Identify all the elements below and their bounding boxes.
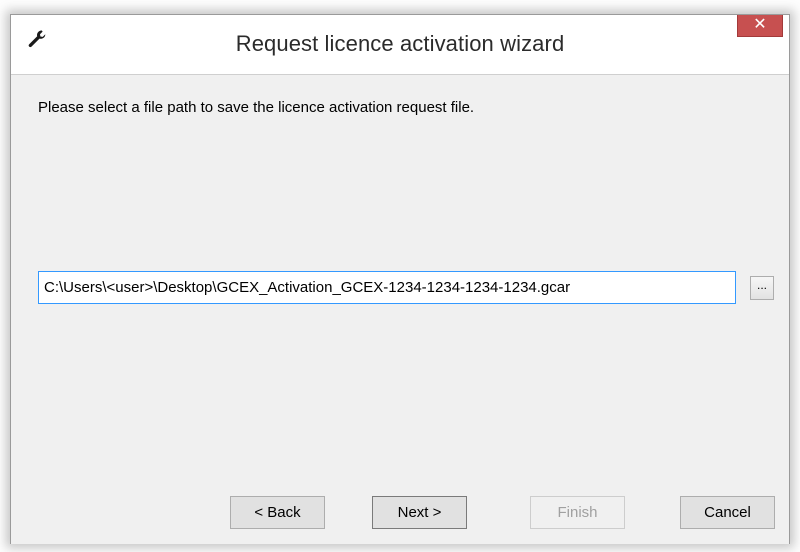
file-path-input[interactable]	[38, 271, 736, 304]
back-button[interactable]: < Back	[230, 496, 325, 529]
wizard-body: Please select a file path to save the li…	[11, 74, 789, 544]
desktop: Request licence activation wizard ✕ Plea…	[0, 0, 800, 552]
close-icon: ✕	[753, 16, 767, 33]
finish-button: Finish	[530, 496, 625, 529]
close-button[interactable]: ✕	[737, 15, 783, 37]
window-title: Request licence activation wizard	[235, 31, 565, 56]
cancel-button[interactable]: Cancel	[680, 496, 775, 529]
browse-button[interactable]: ...	[750, 276, 774, 300]
wizard-window: Request licence activation wizard ✕ Plea…	[10, 14, 790, 544]
instruction-text: Please select a file path to save the li…	[38, 99, 475, 116]
title-bar[interactable]: Request licence activation wizard ✕	[11, 15, 789, 74]
next-button[interactable]: Next >	[372, 496, 467, 529]
